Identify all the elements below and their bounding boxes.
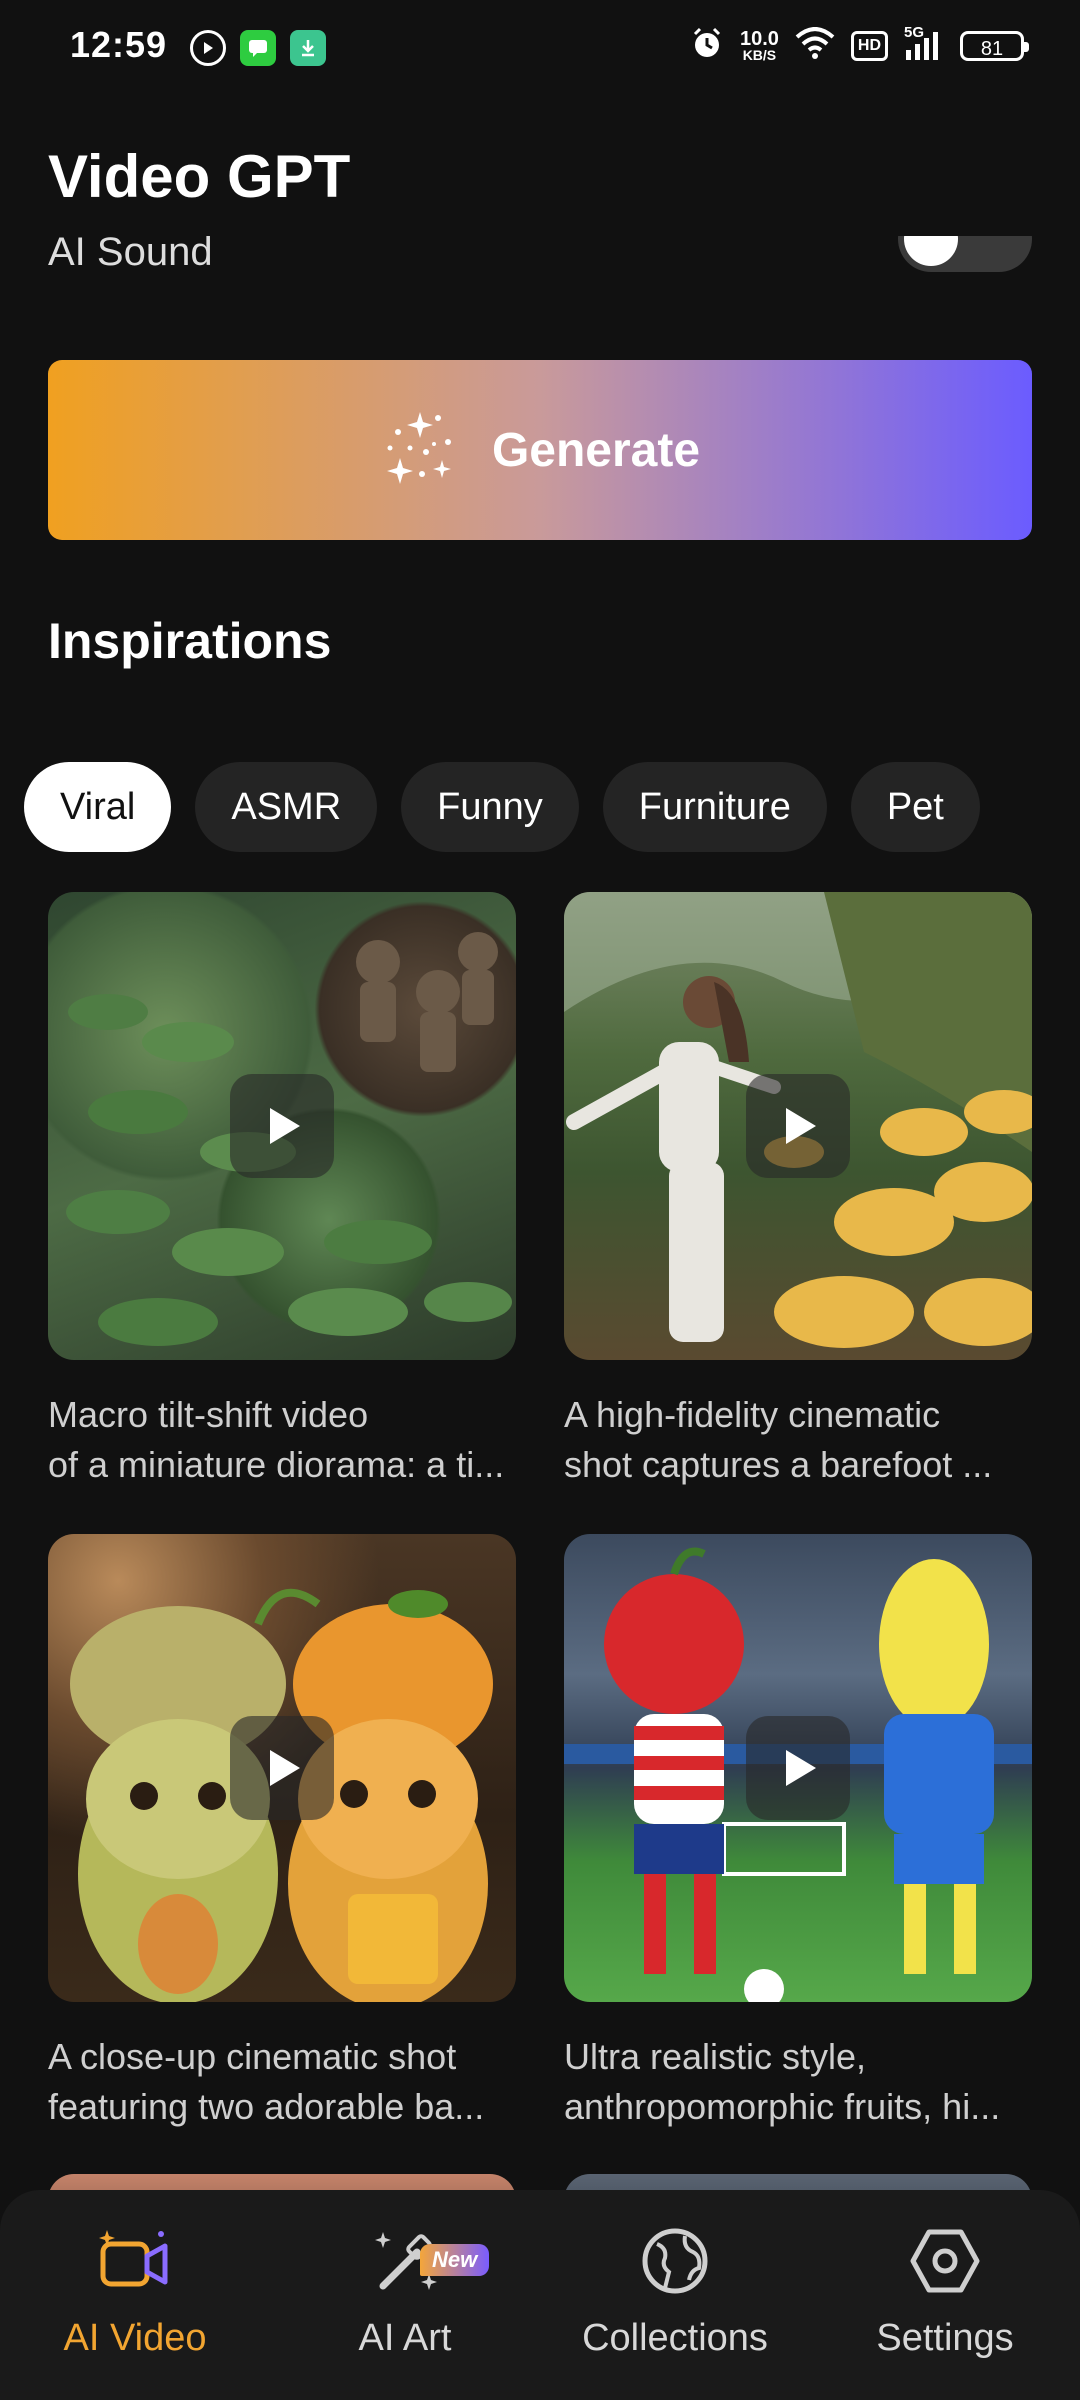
wifi-icon xyxy=(795,27,835,64)
nav-ai-art[interactable]: New AI Art xyxy=(270,2226,540,2360)
video-thumbnail[interactable] xyxy=(48,1534,516,2002)
video-thumbnail[interactable] xyxy=(48,892,516,1360)
ai-sound-toggle[interactable] xyxy=(898,236,1032,272)
nav-collections[interactable]: Collections xyxy=(540,2226,810,2360)
inspiration-card[interactable]: A high-fidelity cinematic shot captures … xyxy=(564,892,1032,1490)
network-speed: 10.0 KB/S xyxy=(739,27,779,63)
play-button[interactable] xyxy=(230,1074,334,1178)
play-button[interactable] xyxy=(746,1074,850,1178)
hexagon-gear-icon xyxy=(905,2226,985,2301)
play-notification-icon xyxy=(190,30,226,66)
inspiration-card[interactable]: Ultra realistic style, anthropomorphic f… xyxy=(564,1534,1032,2132)
play-icon xyxy=(786,1108,816,1144)
inspirations-title: Inspirations xyxy=(48,613,332,669)
nav-label: Settings xyxy=(876,2317,1014,2359)
card-caption: A close-up cinematic shot featuring two … xyxy=(48,2032,516,2132)
status-bar: 12:59 10.0 KB/S HD 5G 81 xyxy=(0,0,1080,96)
play-icon xyxy=(786,1750,816,1786)
card-caption: Ultra realistic style, anthropomorphic f… xyxy=(564,2032,1032,2132)
ai-sound-label: AI Sound xyxy=(48,236,213,274)
battery-indicator: 81 xyxy=(960,30,1029,61)
play-icon xyxy=(270,1750,300,1786)
notification-icons xyxy=(190,30,326,66)
generate-button[interactable]: Generate xyxy=(48,360,1032,540)
hd-badge: HD xyxy=(850,30,888,61)
chip-furniture[interactable]: Furniture xyxy=(602,762,827,852)
video-thumbnail[interactable] xyxy=(564,892,1032,1360)
app-title: Video GPT xyxy=(48,143,351,210)
caption-line: shot captures a barefoot ... xyxy=(564,1444,993,1485)
inspiration-card[interactable]: A close-up cinematic shot featuring two … xyxy=(48,1534,516,2132)
toggle-knob xyxy=(904,236,958,266)
play-button[interactable] xyxy=(230,1716,334,1820)
caption-line: Macro tilt-shift video xyxy=(48,1394,369,1435)
caption-line: A close-up cinematic shot xyxy=(48,2036,457,2077)
caption-line: Ultra realistic style, xyxy=(564,2036,867,2077)
download-notification-icon xyxy=(290,30,326,66)
category-chips: Viral ASMR Funny Furniture Pet xyxy=(24,762,980,852)
nav-label: AI Art xyxy=(358,2317,452,2359)
chip-asmr[interactable]: ASMR xyxy=(195,762,378,852)
bottom-navigation: AI Video New AI Art Collections Settings xyxy=(0,2190,1080,2400)
ai-sound-row: AI Sound xyxy=(48,236,1032,286)
generate-label: Generate xyxy=(491,423,701,477)
system-icons: 10.0 KB/S HD 5G 81 xyxy=(690,24,1029,65)
card-caption: Macro tilt-shift video of a miniature di… xyxy=(48,1390,516,1490)
caption-line: of a miniature diorama: a ti... xyxy=(48,1444,505,1485)
caption-line: featuring two adorable ba... xyxy=(48,2086,485,2127)
alarm-icon xyxy=(690,26,724,65)
status-time: 12:59 xyxy=(70,24,168,65)
inspiration-card[interactable]: Macro tilt-shift video of a miniature di… xyxy=(48,892,516,1490)
nav-settings[interactable]: Settings xyxy=(810,2226,1080,2360)
nav-label: Collections xyxy=(582,2317,768,2359)
video-thumbnail[interactable] xyxy=(564,1534,1032,2002)
card-caption: A high-fidelity cinematic shot captures … xyxy=(564,1390,1032,1490)
caption-line: anthropomorphic fruits, hi... xyxy=(564,2086,1001,2127)
cellular-signal-icon: 5G xyxy=(904,24,944,62)
nav-label: AI Video xyxy=(63,2317,207,2359)
messages-notification-icon xyxy=(240,30,276,66)
globe-icon xyxy=(635,2226,715,2301)
play-icon xyxy=(270,1108,300,1144)
video-camera-icon xyxy=(95,2226,175,2301)
chip-funny[interactable]: Funny xyxy=(401,762,579,852)
nav-ai-video[interactable]: AI Video xyxy=(0,2226,270,2360)
chip-pet[interactable]: Pet xyxy=(850,762,980,852)
sparkles-icon xyxy=(380,408,460,493)
caption-line: A high-fidelity cinematic xyxy=(564,1394,941,1435)
network-speed-value: 10.0 xyxy=(739,27,779,50)
chip-viral[interactable]: Viral xyxy=(24,762,172,852)
play-button[interactable] xyxy=(746,1716,850,1820)
new-badge: New xyxy=(420,2244,490,2276)
network-speed-unit: KB/S xyxy=(742,46,777,63)
